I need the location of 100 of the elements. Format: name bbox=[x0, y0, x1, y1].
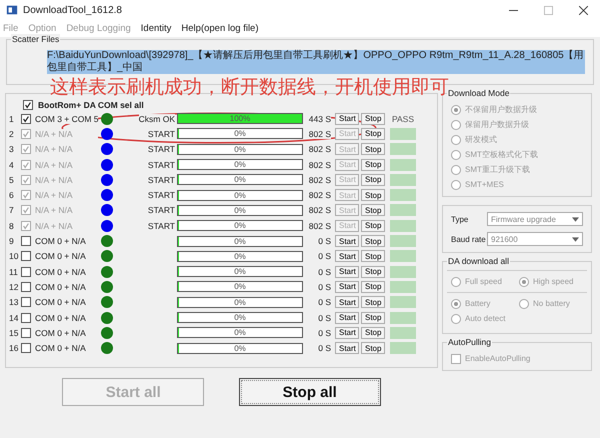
radio-button[interactable] bbox=[451, 314, 461, 324]
group-label: AutoPulling bbox=[447, 337, 492, 347]
result-indicator bbox=[390, 235, 416, 248]
result-indicator bbox=[390, 143, 416, 156]
result-indicator bbox=[390, 280, 416, 293]
radio-label: No battery bbox=[533, 299, 570, 308]
status-text: START bbox=[148, 144, 175, 154]
scatter-path[interactable]: F:\BaiduYunDownload\[392978]_【★请解压后用包里自带工具刷机★】OPPO_OPPO R9tm_R9tm_11_A.28_160805【用包里自带工具】_中国 bbox=[47, 50, 585, 74]
radio-label: 研发模式 bbox=[465, 134, 497, 145]
progress-text: 0% bbox=[233, 206, 247, 215]
group-label: Download Mode bbox=[447, 88, 510, 98]
radio-button[interactable] bbox=[451, 104, 461, 114]
checkbox[interactable] bbox=[21, 251, 31, 262]
stop-button[interactable]: Stop bbox=[361, 250, 385, 262]
result-indicator bbox=[390, 312, 416, 324]
app-icon bbox=[6, 4, 18, 16]
port-index: 16 bbox=[9, 343, 21, 354]
radio-label: SMT+MES bbox=[465, 180, 504, 189]
start-button[interactable]: Start bbox=[335, 250, 359, 262]
stop-button[interactable]: Stop bbox=[361, 326, 385, 339]
result-indicator bbox=[390, 204, 416, 216]
stop-button[interactable]: Stop bbox=[361, 280, 385, 293]
progress-text: 0% bbox=[233, 298, 247, 307]
radio-label: 不保留用户数据升级 bbox=[465, 104, 537, 115]
stop-all-button[interactable]: Stop all bbox=[238, 378, 381, 406]
result-indicator bbox=[390, 326, 416, 339]
checkbox[interactable] bbox=[21, 297, 31, 308]
result-indicator bbox=[390, 128, 416, 140]
stop-button[interactable]: Stop bbox=[361, 296, 385, 308]
result-indicator bbox=[390, 174, 416, 186]
stop-button[interactable]: Stop bbox=[361, 235, 385, 248]
radio-button[interactable] bbox=[451, 150, 461, 160]
result-indicator bbox=[390, 158, 416, 171]
radio-button[interactable] bbox=[451, 180, 461, 190]
checkbox[interactable] bbox=[21, 282, 31, 292]
radio-label: 保留用户数据升级 bbox=[465, 119, 529, 130]
start-button[interactable]: Start bbox=[335, 326, 359, 339]
checkbox[interactable] bbox=[21, 343, 31, 354]
result-indicator bbox=[390, 266, 416, 278]
status-text: START bbox=[148, 220, 175, 231]
progress-text: 0% bbox=[233, 282, 247, 292]
port-label: COM 3 + COM 5 bbox=[35, 114, 98, 124]
start-button[interactable]: Start bbox=[335, 280, 359, 293]
checkbox[interactable] bbox=[21, 114, 31, 124]
checkbox[interactable] bbox=[451, 354, 461, 364]
menu-item[interactable]: Identity bbox=[140, 23, 172, 34]
port-label: N/A + N/A bbox=[35, 128, 98, 139]
start-button[interactable]: Start bbox=[335, 266, 359, 278]
progress-text: 0% bbox=[233, 144, 247, 154]
dropdown[interactable]: Firmware upgrade bbox=[487, 212, 583, 226]
radio-label: SMT空板格式化下载 bbox=[465, 149, 538, 160]
stop-button[interactable]: Stop bbox=[361, 312, 385, 324]
progress-text: 0% bbox=[233, 221, 247, 230]
progress-text: 0% bbox=[233, 252, 247, 261]
progress-text: 0% bbox=[233, 313, 247, 322]
radio-button[interactable] bbox=[519, 276, 529, 286]
progress-text: 100% bbox=[228, 114, 252, 124]
radio-button[interactable] bbox=[451, 120, 461, 130]
radio-label: Battery bbox=[465, 299, 490, 308]
radio-button[interactable] bbox=[451, 298, 461, 308]
progress-text: 0% bbox=[233, 344, 247, 353]
elapsed-time: 443 S bbox=[303, 114, 331, 124]
progress-text: 0% bbox=[233, 328, 247, 338]
annotation-text: 这样表示刷机成功，断开数据线，开机使用即可 bbox=[50, 75, 449, 100]
start-button[interactable]: Start bbox=[335, 112, 359, 125]
checkbox[interactable] bbox=[21, 236, 31, 246]
result-indicator bbox=[390, 250, 416, 262]
port-index: 13 bbox=[9, 297, 21, 308]
start-button[interactable]: Start bbox=[335, 312, 359, 324]
window-title: DownloadTool_1612.8 bbox=[23, 4, 122, 16]
checkbox[interactable] bbox=[23, 100, 33, 110]
start-button[interactable]: Start bbox=[335, 342, 359, 354]
caret-icon bbox=[572, 216, 579, 222]
stop-button[interactable]: Stop bbox=[361, 266, 385, 278]
checkbox[interactable] bbox=[21, 266, 31, 277]
checkbox[interactable] bbox=[21, 312, 31, 322]
start-button[interactable]: Start bbox=[335, 296, 359, 308]
radio-button[interactable] bbox=[519, 298, 529, 308]
radio-label: Auto detect bbox=[465, 314, 506, 323]
checkbox[interactable] bbox=[21, 328, 31, 338]
status-text: START bbox=[148, 174, 175, 185]
progress-text: 0% bbox=[233, 175, 247, 184]
dropdown[interactable]: 921600 bbox=[487, 232, 583, 246]
radio-label: High speed bbox=[533, 277, 574, 286]
stop-button[interactable]: Stop bbox=[361, 342, 385, 354]
menu-item[interactable]: Help(open log file) bbox=[181, 23, 259, 34]
progress-text: 0% bbox=[233, 190, 247, 200]
close-icon[interactable] bbox=[579, 6, 588, 14]
status-text: Cksm OK bbox=[138, 114, 175, 124]
status-text: START bbox=[148, 160, 175, 170]
port-index: 14 bbox=[9, 312, 21, 322]
progress-text: 0% bbox=[233, 236, 247, 246]
port-index: 12 bbox=[9, 282, 21, 292]
radio-button[interactable] bbox=[451, 134, 461, 144]
maximize-icon[interactable] bbox=[544, 6, 553, 14]
start-button[interactable]: Start bbox=[335, 235, 359, 248]
radio-button[interactable] bbox=[451, 276, 461, 286]
radio-button[interactable] bbox=[451, 164, 461, 174]
stop-button[interactable]: Stop bbox=[361, 112, 385, 125]
progress-text: 0% bbox=[233, 160, 247, 170]
